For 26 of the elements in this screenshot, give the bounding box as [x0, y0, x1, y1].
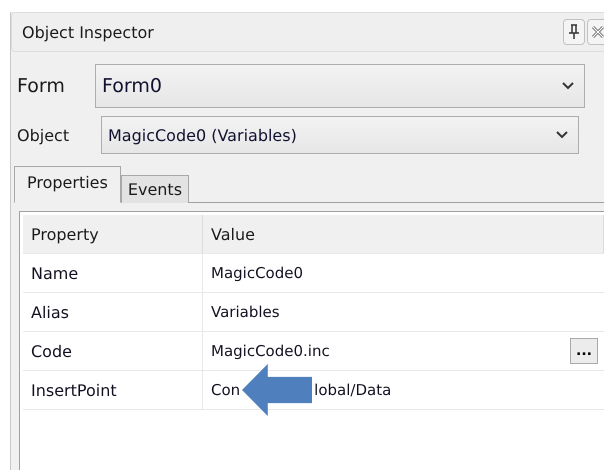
column-header: Value — [203, 215, 604, 253]
close-button[interactable] — [587, 19, 604, 45]
property-value: lobal/Data — [314, 381, 392, 399]
property-value: MagicCode0 — [211, 264, 304, 282]
tab[interactable]: Properties — [14, 166, 121, 203]
column-header: Property — [23, 215, 203, 253]
property-value: Con — [211, 381, 240, 399]
property-name: Name — [23, 254, 203, 292]
tab[interactable]: Events — [120, 175, 190, 203]
close-icon — [591, 25, 604, 39]
dropdown[interactable]: MagicCode0 (Variables) — [101, 116, 579, 154]
window-title: Object Inspector — [22, 22, 154, 42]
chevron-down-icon — [556, 131, 568, 139]
property-name: InsertPoint — [23, 371, 203, 409]
property-value: Variables — [211, 303, 280, 321]
field-label: Object — [17, 126, 70, 144]
property-name: Alias — [23, 293, 203, 331]
field-label: Form — [17, 75, 66, 97]
property-name: Code — [23, 332, 203, 370]
ellipsis-button[interactable]: ... — [570, 338, 598, 364]
pin-icon — [568, 24, 580, 40]
chevron-down-icon — [562, 82, 574, 90]
property-value: MagicCode0.inc — [211, 342, 330, 360]
arrow-icon — [242, 362, 312, 418]
dropdown[interactable]: Form0 — [95, 64, 585, 108]
pin-button[interactable] — [563, 19, 585, 45]
